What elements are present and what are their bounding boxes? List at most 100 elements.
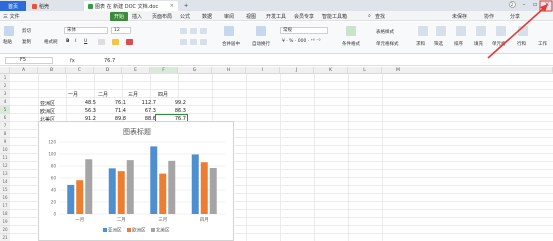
formula-input[interactable]: 76.7 [104,58,115,64]
merge-icon[interactable] [224,26,234,36]
select-all-corner[interactable] [0,67,10,74]
menu-item-review[interactable]: 审阅 [224,13,234,20]
menu-item-smart-tools[interactable]: 智能工具箱 [322,13,347,20]
number-format-select[interactable]: 常规 [280,27,328,34]
column-header-b[interactable]: B [38,67,66,74]
filter-button[interactable]: 筛选 [434,41,443,47]
row-header-10[interactable]: 10 [0,146,10,154]
filter-icon[interactable] [436,26,446,36]
row-header-4[interactable]: 4 [0,98,10,106]
table-cell[interactable]: 67.3 [128,108,156,114]
row-header-17[interactable]: 17 [0,202,10,210]
table-cell[interactable]: 71.4 [98,108,126,114]
row-header-7[interactable]: 7 [0,122,10,130]
align-middle-icon[interactable] [190,28,197,34]
menu-item-member[interactable]: 会员专享 [294,13,314,20]
header-jan[interactable]: 一月 [68,91,78,98]
table-cell[interactable]: 56.3 [68,108,96,114]
italic-button[interactable]: I [75,39,76,44]
row-header-1[interactable]: 1 [0,74,10,82]
column-header-l[interactable]: L [348,67,382,74]
conditional-format-button[interactable]: 条件格式 [342,41,360,47]
column-header-h[interactable]: H [212,67,246,74]
new-tab-button[interactable]: + [180,1,190,11]
table-cell[interactable]: 48.5 [68,100,96,106]
worksheet-button[interactable]: 工作 [538,41,547,47]
tab-document[interactable]: 图表 在 新建 DOC 文档.doc × [84,1,178,11]
row-header-11[interactable]: 11 [0,154,10,162]
wrap-text-button[interactable]: 自动换行 [252,41,270,47]
menu-item-home[interactable]: 开始 [110,12,129,21]
file-menu[interactable]: 三 文件 [3,13,20,20]
sort-icon[interactable] [456,26,466,36]
cell-style-button[interactable]: 单元格样式 [376,41,399,47]
column-header-a[interactable]: A [10,67,38,74]
sum-icon[interactable] [418,26,428,36]
chart-area[interactable]: 图表标题 0 20 40 60 80 100 120 一月 二月 三月 四月 亚洲区 欧洲区 北美区 [38,121,234,241]
wrap-text-icon[interactable] [256,26,266,36]
font-select[interactable]: 宋体 [64,27,108,34]
menu-item-developer[interactable]: 开发工具 [266,13,286,20]
cell-button[interactable]: 单元格 [492,41,506,47]
cut-button[interactable]: 剪切 [22,28,31,34]
fill-button[interactable]: 填充 [474,41,483,47]
menu-item-insert[interactable]: 插入 [132,13,142,20]
column-header-m[interactable]: M [382,67,553,74]
menu-item-view[interactable]: 视图 [246,13,256,20]
row-header-3[interactable]: 3 [0,90,10,98]
minimize-icon[interactable]: – [520,1,528,9]
row-col-icon[interactable] [518,26,528,36]
number-format-tools[interactable]: ¥ · % · 000 · ⁺⁰ ⁻⁰ [282,39,320,44]
merge-center-button[interactable]: 合并居中 [222,41,240,47]
menu-item-data[interactable]: 数据 [202,13,212,20]
column-header-g[interactable]: G [178,67,212,74]
share-button[interactable]: 分享 [510,13,520,20]
format-painter-button[interactable]: 格式刷 [44,39,58,45]
table-style-button[interactable]: 表格样式 [376,29,394,35]
table-cell[interactable]: 112.7 [128,100,156,106]
font-color-icon[interactable] [126,39,133,45]
fx-icon[interactable]: fx [70,58,75,64]
column-header-e[interactable]: E [122,67,150,74]
table-cell[interactable]: 76.1 [98,100,126,106]
column-header-k[interactable]: K [314,67,348,74]
underline-button[interactable]: U [84,39,87,44]
cell-icon[interactable] [496,26,506,36]
search-label[interactable]: 查找 [375,13,385,20]
copy-button[interactable]: 复制 [22,39,31,45]
tab-docer[interactable]: 稻壳 [28,1,78,11]
align-top-icon[interactable] [180,28,187,34]
row-header-13[interactable]: 13 [0,170,10,178]
row-label-europe[interactable]: 欧洲区 [40,108,55,115]
row-header-14[interactable]: 14 [0,178,10,186]
row-header-2[interactable]: 2 [0,82,10,90]
column-header-c[interactable]: C [66,67,94,74]
sort-button[interactable]: 排序 [454,41,463,47]
maximize-icon[interactable]: ▫ [531,1,539,9]
search-icon[interactable]: ⌕ [368,13,371,19]
align-bottom-icon[interactable] [200,28,207,34]
row-col-button[interactable]: 行和 [517,41,526,47]
row-header-9[interactable]: 9 [0,138,10,146]
row-header-5[interactable]: 5 [0,106,10,114]
row-header-19[interactable]: 19 [0,218,10,226]
align-left-icon[interactable] [180,39,187,45]
conditional-format-icon[interactable] [346,26,356,36]
border-icon[interactable] [98,39,105,45]
unsaved-status[interactable]: 未保存 [452,13,467,20]
row-header-18[interactable]: 18 [0,210,10,218]
row-header-12[interactable]: 12 [0,162,10,170]
paste-button[interactable]: 粘贴 [3,39,12,45]
row-header-21[interactable]: 21 [0,234,10,241]
name-box[interactable]: F5 [5,57,53,64]
fill-color-icon[interactable] [112,39,119,45]
column-header-f[interactable]: F [150,67,178,74]
column-header-j[interactable]: J [280,67,314,74]
menu-item-formula[interactable]: 公式 [180,13,190,20]
row-header-16[interactable]: 16 [0,194,10,202]
row-header-20[interactable]: 20 [0,226,10,234]
close-icon[interactable]: × [543,1,551,9]
column-header-d[interactable]: D [94,67,122,74]
tab-home[interactable]: 首页 [0,1,26,11]
font-size-select[interactable]: 12 [111,27,131,34]
